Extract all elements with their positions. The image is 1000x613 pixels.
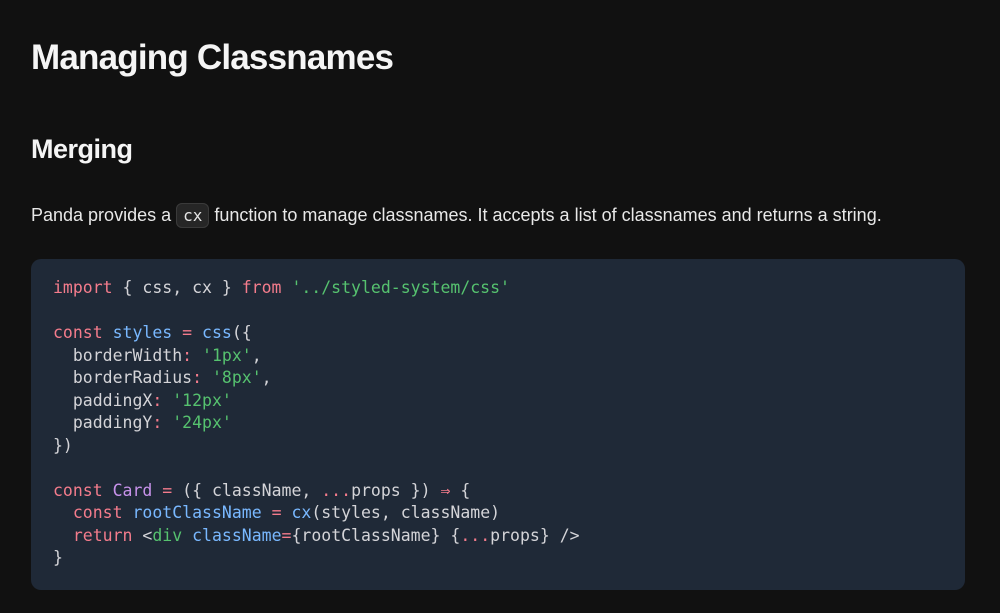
code-token: css [202,323,232,342]
code-token: paddingX [53,390,153,410]
code-line: borderRadius: '8px', [53,368,272,387]
code-token: styles [112,323,173,342]
code-token: rootClassName [132,503,262,522]
code-line: }) [53,436,73,455]
page-title: Managing Classnames [31,38,394,77]
code-token: = [162,480,173,500]
code-line: const styles = css({ [53,323,252,342]
code-token: borderWidth [53,345,183,365]
code-token: cx [291,503,312,522]
code-token: = [271,503,282,522]
code-token: Card [112,480,153,500]
code-token: import [53,278,113,297]
code-token: '24px' [172,413,232,432]
code-token: const [53,323,103,342]
code-token: props} /> [490,525,580,545]
code-token: , [261,368,272,387]
code-token: : [192,368,203,387]
code-token: < [132,525,153,545]
intro-paragraph: Panda provides a cx function to manage c… [31,200,882,231]
code-token: }) [53,435,73,455]
code-token: borderRadius [53,368,193,387]
intro-text-before: Panda provides a [31,205,177,225]
code-token: ... [460,525,491,545]
intro-text-after: function to manage classnames. It accept… [209,205,882,225]
code-line: paddingY: '24px' [53,413,232,432]
code-token: '../styled-system/css' [291,278,510,297]
code-token: } [53,548,63,567]
code-token: = [281,525,292,545]
code-line: import { css, cx } from '../styled-syste… [53,278,510,297]
code-token: : [182,345,193,365]
code-token: props }) [351,480,441,500]
code-line: const Card = ({ className, ...props }) ⇒… [53,481,470,500]
code-token: const [53,480,103,500]
code-token: const [72,503,123,522]
code-line: paddingX: '12px' [53,391,232,410]
code-token: ({ className, [172,480,322,500]
code-token: ... [321,480,352,500]
inline-code: cx [176,203,210,228]
code-token: : [152,413,163,432]
code-content: import { css, cx } from '../styled-syste… [53,277,943,570]
code-token: '12px' [172,390,232,410]
code-line: const rootClassName = cx(styles, classNa… [53,503,500,522]
code-line: return <div className={rootClassName} {.… [53,526,580,545]
code-token: = [182,323,193,342]
code-token: {rootClassName} { [291,525,461,545]
code-token: div [152,525,183,545]
code-token: : [152,390,163,410]
code-token: '1px' [202,345,252,365]
code-token: (styles, className) [311,503,501,522]
code-token: className [192,525,282,545]
code-token: '8px' [211,368,262,387]
code-token: ⇒ [440,480,451,500]
code-token: , [251,345,262,365]
section-heading: Merging [31,134,133,164]
code-token: ({ [231,323,252,342]
code-block: import { css, cx } from '../styled-syste… [31,259,965,590]
code-token: { [450,480,471,500]
code-token: paddingY [53,413,153,432]
code-token: from [241,278,282,297]
code-token: { css, cx } [112,278,242,297]
code-line: } [53,548,63,567]
code-token: return [72,525,133,545]
code-line: borderWidth: '1px', [53,346,262,365]
